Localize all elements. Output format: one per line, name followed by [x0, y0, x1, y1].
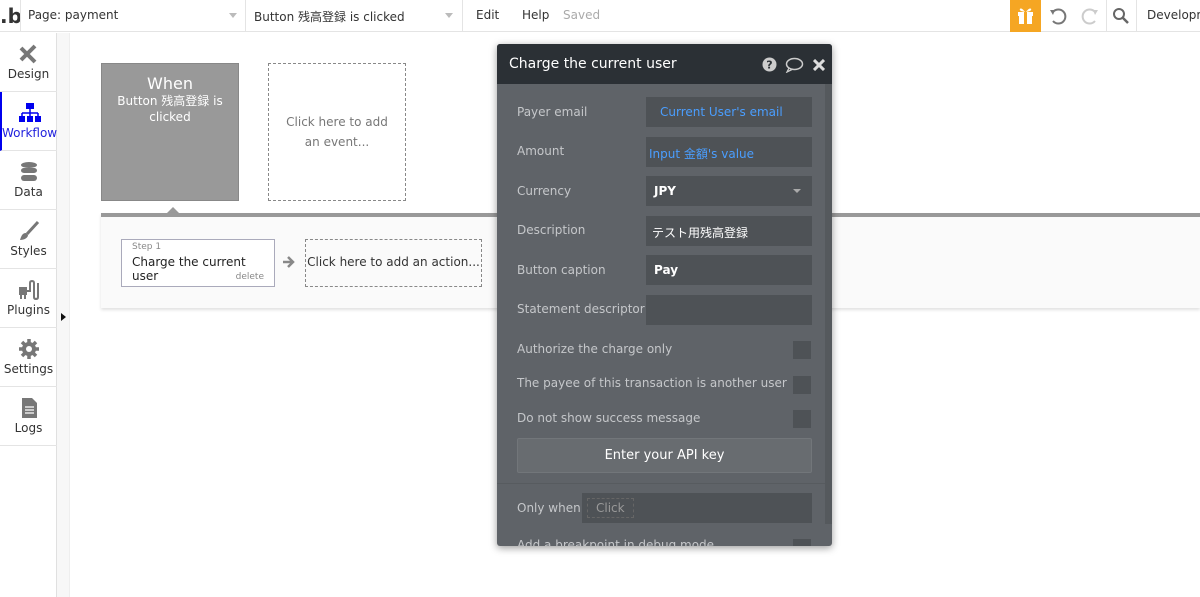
sidebar-item-label: Data	[14, 185, 43, 199]
payee-other-user-checkbox[interactable]	[793, 376, 811, 394]
caret-right-icon[interactable]	[61, 313, 66, 321]
enter-api-key-button[interactable]: Enter your API key	[517, 438, 812, 473]
svg-text:?: ?	[766, 59, 772, 72]
chevron-down-icon	[229, 13, 237, 18]
gift-button[interactable]	[1010, 0, 1041, 32]
database-icon	[20, 162, 37, 181]
sidebar-item-settings[interactable]: Settings	[0, 328, 57, 387]
redo-icon[interactable]	[1080, 6, 1100, 26]
close-icon[interactable]	[813, 59, 825, 71]
checkbox-label: Authorize the charge only	[517, 342, 673, 356]
add-action-button[interactable]: Click here to add an action...	[305, 239, 482, 287]
field-label: Statement descriptor	[517, 302, 645, 316]
environment-select[interactable]: Developm	[1147, 8, 1200, 22]
design-icon	[19, 44, 36, 64]
search-icon[interactable]	[1112, 7, 1130, 25]
workflow-icon	[18, 103, 41, 122]
help-icon[interactable]: ?	[762, 57, 777, 72]
document-icon	[21, 398, 37, 418]
field-label: Description	[517, 223, 586, 237]
sidebar-item-plugins[interactable]: Plugins	[0, 269, 57, 328]
sidebar-collapse-strip[interactable]	[57, 33, 70, 597]
event-title: When	[147, 74, 193, 93]
undo-icon[interactable]	[1048, 6, 1068, 26]
bubble-logo[interactable]: .b	[0, 4, 22, 28]
sidebar-item-data[interactable]: Data	[0, 151, 57, 210]
chevron-down-icon	[793, 189, 801, 193]
editor-title: Charge the current user	[509, 56, 677, 72]
authorize-only-checkbox[interactable]	[793, 341, 811, 359]
sidebar-item-label: Logs	[14, 421, 43, 435]
no-success-message-checkbox[interactable]	[793, 410, 811, 428]
arrow-right-icon	[283, 256, 295, 268]
sidebar: Design Workflow Data Styles Plugins Sett…	[0, 33, 57, 597]
page-select[interactable]: Page: payment	[21, 0, 245, 32]
help-menu[interactable]: Help	[522, 8, 549, 22]
only-when-placeholder: Click	[587, 498, 634, 518]
sidebar-item-design[interactable]: Design	[0, 33, 57, 92]
edit-menu[interactable]: Edit	[476, 8, 499, 22]
editor-header: Charge the current user ?	[497, 44, 832, 84]
field-label: Button caption	[517, 263, 606, 277]
event-select[interactable]: Button 残高登録 is clicked	[246, 0, 462, 32]
statement-descriptor-field[interactable]	[646, 295, 812, 325]
currency-select[interactable]: JPY	[646, 176, 812, 206]
payer-email-field[interactable]: Current User's email	[646, 97, 812, 127]
checkbox-label: Do not show success message	[517, 411, 701, 425]
checkbox-label: The payee of this transaction is another…	[517, 376, 787, 390]
divider	[462, 0, 463, 32]
chevron-down-icon	[445, 13, 453, 18]
sidebar-item-label: Settings	[3, 362, 54, 376]
only-when-field[interactable]: Click	[582, 493, 812, 523]
comment-icon[interactable]	[785, 57, 804, 73]
scrollbar[interactable]	[825, 84, 832, 524]
event-card[interactable]: When Button 残高登録 is clicked	[101, 63, 239, 201]
field-label: Payer email	[517, 105, 588, 119]
breakpoint-checkbox[interactable]	[793, 539, 811, 546]
sidebar-item-label: Workflow	[2, 126, 58, 140]
step-card[interactable]: Step 1 Charge the current user delete	[121, 239, 275, 287]
top-bar: .b Page: payment Button 残高登録 is clicked …	[0, 0, 1200, 32]
sidebar-item-label: Plugins	[7, 303, 50, 317]
gear-icon	[18, 339, 39, 359]
field-label: Currency	[517, 184, 572, 198]
amount-field[interactable]: Input 金額's value	[646, 137, 812, 167]
saved-status: Saved	[563, 8, 601, 22]
plug-icon	[18, 279, 39, 301]
add-event-button[interactable]: Click here to add an event...	[268, 63, 406, 201]
sidebar-item-styles[interactable]: Styles	[0, 210, 57, 269]
sidebar-item-logs[interactable]: Logs	[0, 387, 57, 446]
gift-icon	[1018, 8, 1033, 24]
sidebar-item-label: Design	[7, 67, 50, 81]
only-when-label: Only when	[517, 501, 581, 515]
event-select-value: Button 残高登録 is clicked	[254, 10, 405, 24]
divider	[1106, 0, 1107, 32]
delete-step-link[interactable]: delete	[236, 272, 264, 282]
step-label: Step 1	[132, 242, 162, 252]
sidebar-item-label: Styles	[10, 244, 47, 258]
page-select-value: Page: payment	[28, 8, 119, 22]
action-property-editor: Charge the current user ? Payer email Cu…	[497, 44, 832, 546]
button-caption-field[interactable]: Pay	[646, 255, 812, 285]
currency-value: JPY	[654, 184, 676, 198]
divider	[497, 483, 825, 484]
divider	[1136, 0, 1137, 32]
sidebar-item-workflow[interactable]: Workflow	[0, 92, 57, 151]
event-description: Button 残高登録 is clicked	[117, 94, 223, 124]
breakpoint-label: Add a breakpoint in debug mode	[517, 538, 715, 546]
description-field[interactable]: テスト用残高登録	[646, 216, 812, 246]
field-label: Amount	[517, 144, 565, 158]
brush-icon	[19, 220, 39, 240]
